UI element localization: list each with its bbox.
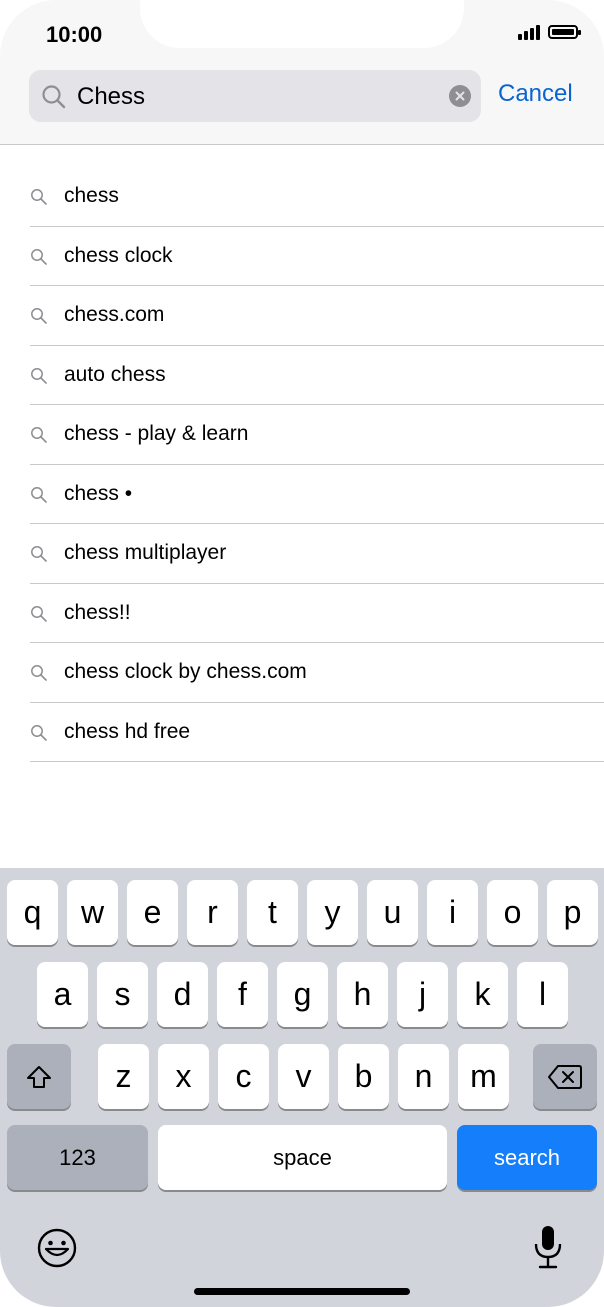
search-icon: [31, 724, 47, 741]
key-x[interactable]: x: [158, 1044, 209, 1109]
cancel-button[interactable]: Cancel: [498, 80, 573, 108]
key-z[interactable]: z: [98, 1044, 149, 1109]
suggestion-label: chess multiplayer: [64, 541, 227, 564]
shift-key[interactable]: [7, 1044, 71, 1109]
separator: [30, 761, 604, 762]
status-icons: [518, 24, 581, 40]
suggestion-item[interactable]: chess clock: [0, 227, 604, 286]
search-icon: [31, 605, 47, 622]
notch: [140, 0, 464, 48]
key-e[interactable]: e: [127, 880, 178, 945]
search-icon: [31, 189, 47, 205]
suggestion-label: chess - play & learn: [64, 422, 249, 445]
suggestion-item[interactable]: chess.com: [0, 286, 604, 346]
search-field[interactable]: [29, 70, 481, 122]
search-header: 10:00 Cancel: [0, 0, 604, 145]
suggestion-item[interactable]: chess!!: [0, 584, 604, 643]
clear-text-button[interactable]: [449, 85, 471, 107]
suggestion-item[interactable]: chess - play & learn: [0, 405, 604, 465]
signal-icon: [518, 24, 540, 40]
key-l[interactable]: l: [517, 962, 568, 1027]
key-r[interactable]: r: [187, 880, 238, 945]
key-m[interactable]: m: [458, 1044, 509, 1109]
shift-icon: [27, 1065, 51, 1088]
status-time: 10:00: [46, 22, 103, 47]
suggestion-label: chess clock: [64, 243, 173, 267]
suggestion-item[interactable]: chess •: [0, 465, 604, 524]
search-input[interactable]: [75, 78, 459, 116]
suggestion-label: chess clock by chess.com: [64, 660, 307, 683]
key-i[interactable]: i: [427, 880, 478, 945]
search-key[interactable]: search: [457, 1125, 597, 1190]
suggestion-item[interactable]: chess clock by chess.com: [0, 643, 604, 703]
search-icon: [31, 308, 47, 324]
battery-icon: [548, 25, 581, 39]
suggestion-item[interactable]: chess: [0, 167, 604, 227]
key-n[interactable]: n: [398, 1044, 449, 1109]
search-icon: [31, 546, 47, 562]
suggestion-item[interactable]: chess multiplayer: [0, 524, 604, 584]
backspace-icon: [548, 1064, 582, 1089]
key-f[interactable]: f: [217, 962, 268, 1027]
key-h[interactable]: h: [337, 962, 388, 1027]
key-o[interactable]: o: [487, 880, 538, 945]
numbers-key[interactable]: 123: [7, 1125, 148, 1190]
key-c[interactable]: c: [218, 1044, 269, 1109]
search-icon: [31, 248, 47, 265]
key-b[interactable]: b: [338, 1044, 389, 1109]
key-j[interactable]: j: [397, 962, 448, 1027]
dictation-button[interactable]: [532, 1224, 564, 1270]
search-icon: [31, 367, 47, 384]
key-p[interactable]: p: [547, 880, 598, 945]
close-icon: [455, 91, 465, 101]
key-y[interactable]: y: [307, 880, 358, 945]
suggestion-label: chess hd free: [64, 719, 191, 743]
emoji-icon: [37, 1228, 77, 1268]
microphone-icon: [534, 1226, 562, 1269]
suggestion-item[interactable]: auto chess: [0, 346, 604, 405]
home-indicator[interactable]: [194, 1288, 410, 1295]
suggestion-label: chess •: [64, 481, 133, 505]
key-t[interactable]: t: [247, 880, 298, 945]
search-icon: [31, 427, 47, 443]
phone-screen: 10:00 Cancel chess chess clock c: [0, 0, 604, 1307]
key-d[interactable]: d: [157, 962, 208, 1027]
suggestion-label: chess.com: [64, 303, 165, 326]
suggestion-label: auto chess: [64, 362, 166, 386]
key-w[interactable]: w: [67, 880, 118, 945]
suggestion-label: chess: [64, 184, 119, 207]
suggestion-item[interactable]: chess hd free: [0, 703, 604, 762]
key-a[interactable]: a: [37, 962, 88, 1027]
key-q[interactable]: q: [7, 880, 58, 945]
emoji-button[interactable]: [36, 1227, 78, 1269]
suggestion-list: chess chess clock chess.com auto chess chess…: [0, 167, 604, 762]
delete-key[interactable]: [533, 1044, 597, 1109]
key-k[interactable]: k: [457, 962, 508, 1027]
search-icon: [42, 85, 66, 109]
keyboard: q w e r t y u i o p a s d f g h j k l z x c v b n m 123 space search: [0, 868, 604, 1307]
search-icon: [31, 665, 47, 681]
key-s[interactable]: s: [97, 962, 148, 1027]
key-u[interactable]: u: [367, 880, 418, 945]
key-v[interactable]: v: [278, 1044, 329, 1109]
suggestion-label: chess!!: [64, 600, 131, 624]
key-g[interactable]: g: [277, 962, 328, 1027]
space-key[interactable]: space: [158, 1125, 447, 1190]
search-icon: [31, 486, 47, 503]
